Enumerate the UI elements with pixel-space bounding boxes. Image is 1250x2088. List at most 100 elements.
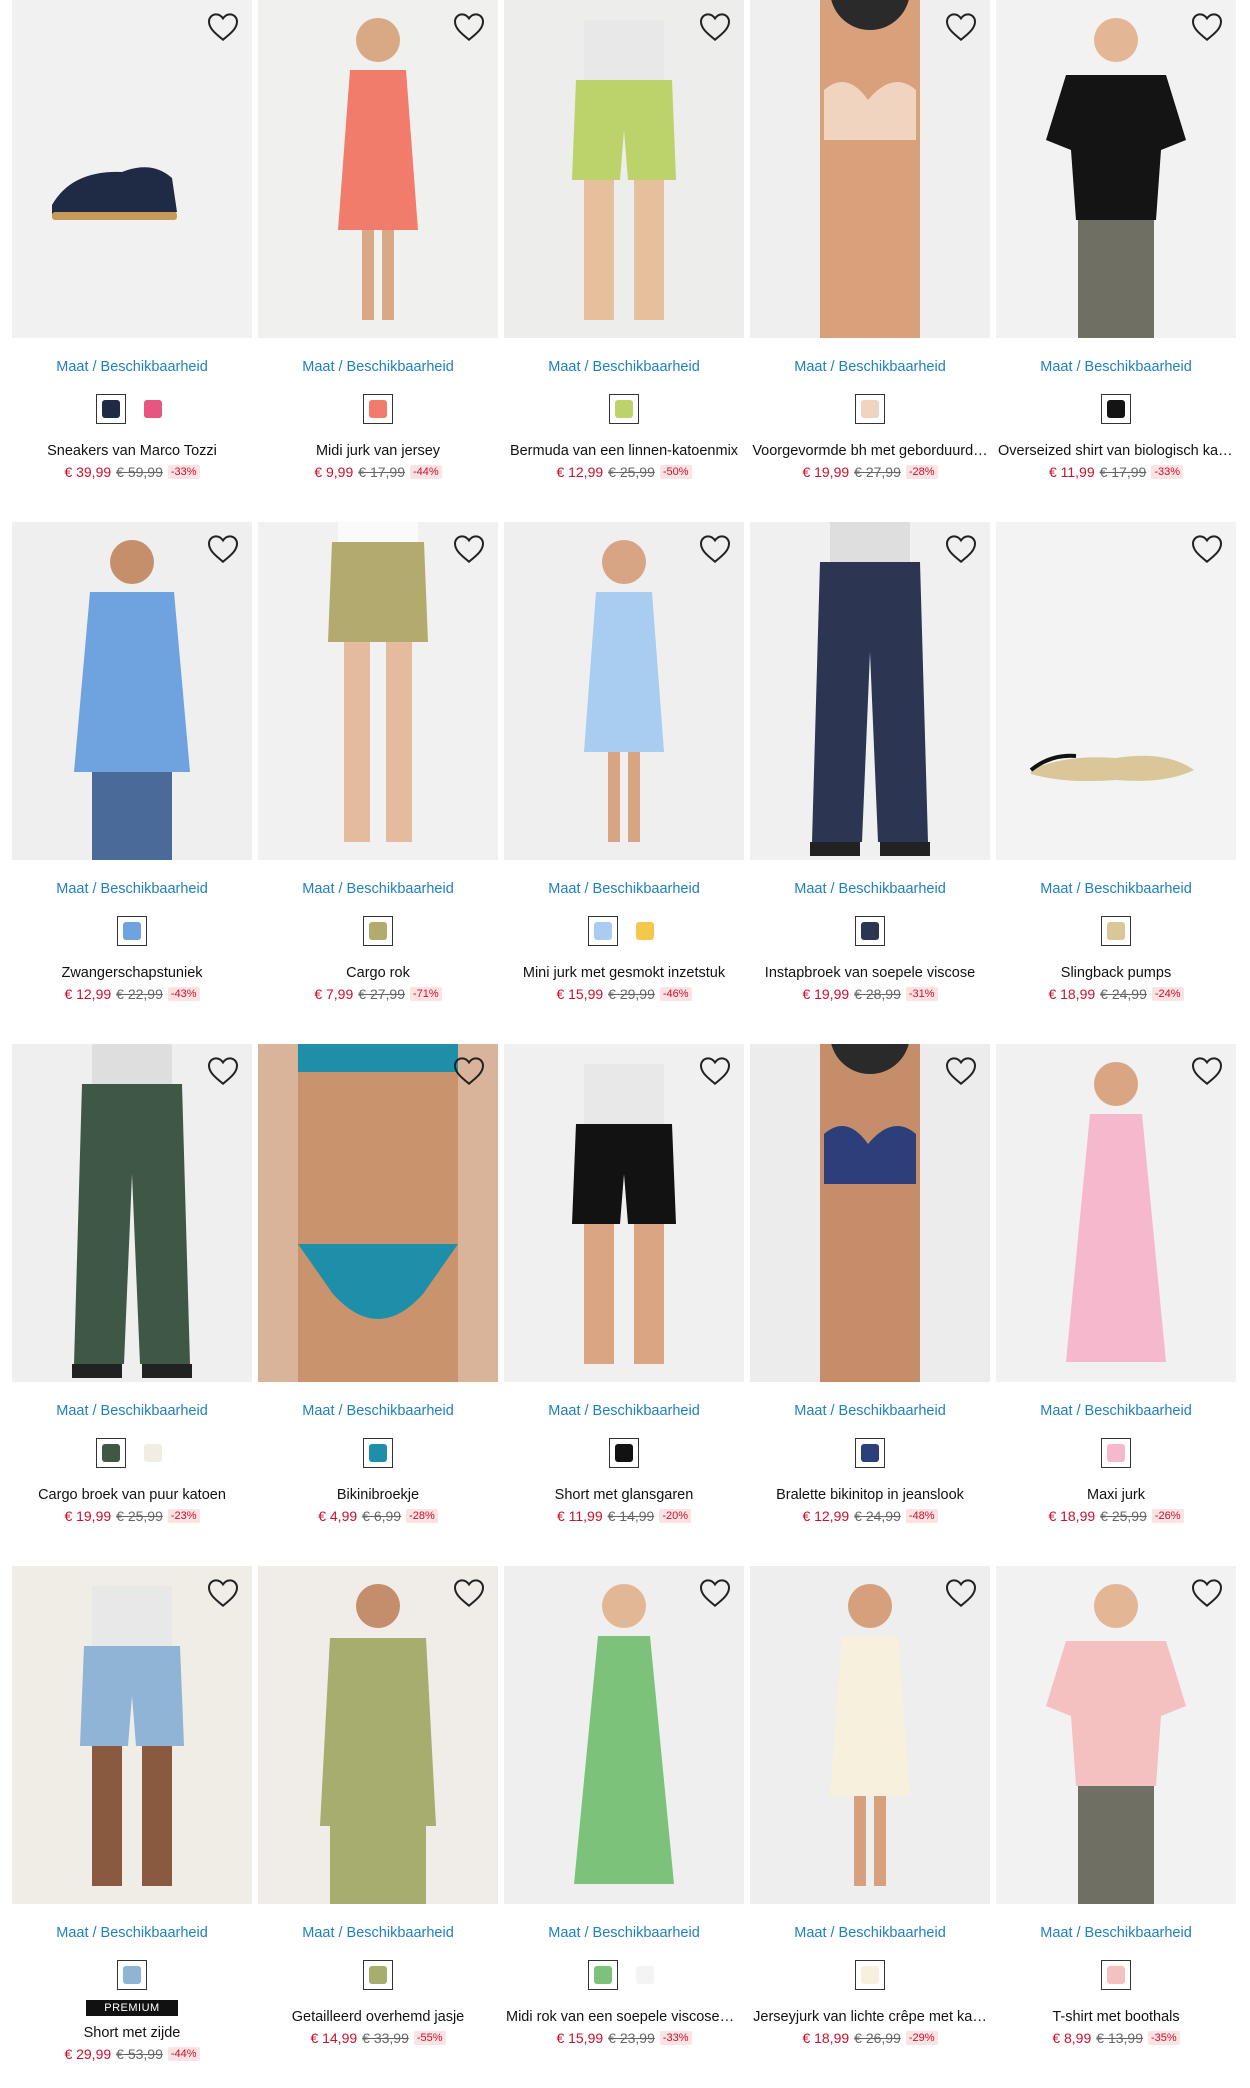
product-card[interactable]: Maat / Beschikbaarheid PREMIUM Short met z… xyxy=(12,1566,252,2088)
wishlist-heart-icon[interactable] xyxy=(944,1054,978,1088)
product-image[interactable] xyxy=(750,0,990,338)
size-availability-link[interactable]: Maat / Beschikbaarheid xyxy=(750,1924,990,1942)
color-swatch[interactable] xyxy=(855,1438,885,1468)
size-availability-link[interactable]: Maat / Beschikbaarheid xyxy=(750,1402,990,1420)
wishlist-heart-icon[interactable] xyxy=(1190,10,1224,44)
wishlist-heart-icon[interactable] xyxy=(944,1576,978,1610)
size-availability-link[interactable]: Maat / Beschikbaarheid xyxy=(996,358,1236,376)
size-availability-link[interactable]: Maat / Beschikbaarheid xyxy=(996,880,1236,898)
product-image[interactable] xyxy=(12,522,252,860)
product-name[interactable]: Bikinibroekje xyxy=(258,1486,498,1504)
product-image[interactable] xyxy=(504,1044,744,1382)
wishlist-heart-icon[interactable] xyxy=(698,10,732,44)
color-swatch[interactable] xyxy=(855,916,885,946)
wishlist-heart-icon[interactable] xyxy=(206,1576,240,1610)
wishlist-heart-icon[interactable] xyxy=(206,1054,240,1088)
product-card[interactable]: Maat / Beschikbaarheid Instapbroek van so… xyxy=(750,522,990,1044)
product-card[interactable]: Maat / Beschikbaarheid Voorgevormde bh me… xyxy=(750,0,990,522)
product-name[interactable]: Short met glansgaren xyxy=(504,1486,744,1504)
color-swatch[interactable] xyxy=(1101,394,1131,424)
product-image[interactable] xyxy=(750,522,990,860)
product-name[interactable]: Zwangerschapstuniek xyxy=(12,964,252,982)
color-swatch[interactable] xyxy=(855,1960,885,1990)
product-name[interactable]: Voorgevormde bh met geborduurd… xyxy=(750,442,990,460)
product-card[interactable]: Maat / Beschikbaarheid Overseized shirt v… xyxy=(996,0,1236,522)
color-swatch[interactable] xyxy=(630,1960,660,1990)
color-swatch[interactable] xyxy=(630,916,660,946)
product-name[interactable]: T-shirt met boothals xyxy=(996,2008,1236,2026)
product-image[interactable] xyxy=(750,1044,990,1382)
product-name[interactable]: Midi rok van een soepele viscosemix xyxy=(504,2008,744,2026)
color-swatch[interactable] xyxy=(1101,1438,1131,1468)
product-image[interactable] xyxy=(996,1566,1236,1904)
color-swatch[interactable] xyxy=(363,1438,393,1468)
product-name[interactable]: Cargo broek van puur katoen xyxy=(12,1486,252,1504)
size-availability-link[interactable]: Maat / Beschikbaarheid xyxy=(750,880,990,898)
color-swatch[interactable] xyxy=(117,1960,147,1990)
size-availability-link[interactable]: Maat / Beschikbaarheid xyxy=(12,1924,252,1942)
size-availability-link[interactable]: Maat / Beschikbaarheid xyxy=(504,358,744,376)
wishlist-heart-icon[interactable] xyxy=(1190,532,1224,566)
product-card[interactable]: Maat / Beschikbaarheid Cargo broek van pu… xyxy=(12,1044,252,1566)
size-availability-link[interactable]: Maat / Beschikbaarheid xyxy=(12,1402,252,1420)
color-swatch[interactable] xyxy=(138,1438,168,1468)
product-image[interactable] xyxy=(258,1044,498,1382)
wishlist-heart-icon[interactable] xyxy=(452,1576,486,1610)
product-card[interactable]: Maat / Beschikbaarheid Sneakers van Marco… xyxy=(12,0,252,522)
product-image[interactable] xyxy=(258,522,498,860)
product-name[interactable]: Midi jurk van jersey xyxy=(258,442,498,460)
color-swatch[interactable] xyxy=(1101,916,1131,946)
color-swatch[interactable] xyxy=(96,1438,126,1468)
product-image[interactable] xyxy=(996,1044,1236,1382)
product-image[interactable] xyxy=(996,522,1236,860)
wishlist-heart-icon[interactable] xyxy=(698,1054,732,1088)
color-swatch[interactable] xyxy=(609,1438,639,1468)
wishlist-heart-icon[interactable] xyxy=(452,10,486,44)
wishlist-heart-icon[interactable] xyxy=(1190,1576,1224,1610)
product-card[interactable]: Maat / Beschikbaarheid Mini jurk met gesm… xyxy=(504,522,744,1044)
product-image[interactable] xyxy=(750,1566,990,1904)
product-image[interactable] xyxy=(504,0,744,338)
product-card[interactable]: Maat / Beschikbaarheid Slingback pumps € 1… xyxy=(996,522,1236,1044)
product-image[interactable] xyxy=(12,1044,252,1382)
color-swatch[interactable] xyxy=(363,1960,393,1990)
wishlist-heart-icon[interactable] xyxy=(206,10,240,44)
size-availability-link[interactable]: Maat / Beschikbaarheid xyxy=(12,880,252,898)
wishlist-heart-icon[interactable] xyxy=(1190,1054,1224,1088)
product-card[interactable]: Maat / Beschikbaarheid Bermuda van een li… xyxy=(504,0,744,522)
product-image[interactable] xyxy=(258,0,498,338)
product-card[interactable]: Maat / Beschikbaarheid Zwangerschapstunie… xyxy=(12,522,252,1044)
product-name[interactable]: Overseized shirt van biologisch kat… xyxy=(996,442,1236,460)
wishlist-heart-icon[interactable] xyxy=(944,532,978,566)
product-name[interactable]: Getailleerd overhemd jasje xyxy=(258,2008,498,2026)
product-card[interactable]: Maat / Beschikbaarheid Short met glansgar… xyxy=(504,1044,744,1566)
wishlist-heart-icon[interactable] xyxy=(452,1054,486,1088)
product-card[interactable]: Maat / Beschikbaarheid Jerseyjurk van lic… xyxy=(750,1566,990,2088)
wishlist-heart-icon[interactable] xyxy=(206,532,240,566)
size-availability-link[interactable]: Maat / Beschikbaarheid xyxy=(996,1924,1236,1942)
wishlist-heart-icon[interactable] xyxy=(452,532,486,566)
product-name[interactable]: Bermuda van een linnen-katoenmix xyxy=(504,442,744,460)
product-image[interactable] xyxy=(996,0,1236,338)
product-image[interactable] xyxy=(504,1566,744,1904)
size-availability-link[interactable]: Maat / Beschikbaarheid xyxy=(504,1924,744,1942)
size-availability-link[interactable]: Maat / Beschikbaarheid xyxy=(258,358,498,376)
color-swatch[interactable] xyxy=(855,394,885,424)
color-swatch[interactable] xyxy=(363,394,393,424)
size-availability-link[interactable]: Maat / Beschikbaarheid xyxy=(258,1402,498,1420)
product-image[interactable] xyxy=(258,1566,498,1904)
color-swatch[interactable] xyxy=(96,394,126,424)
size-availability-link[interactable]: Maat / Beschikbaarheid xyxy=(996,1402,1236,1420)
size-availability-link[interactable]: Maat / Beschikbaarheid xyxy=(12,358,252,376)
color-swatch[interactable] xyxy=(363,916,393,946)
product-image[interactable] xyxy=(12,1566,252,1904)
color-swatch[interactable] xyxy=(588,1960,618,1990)
product-card[interactable]: Maat / Beschikbaarheid Maxi jurk € 18,99 € … xyxy=(996,1044,1236,1566)
product-card[interactable]: Maat / Beschikbaarheid T-shirt met bootha… xyxy=(996,1566,1236,2088)
color-swatch[interactable] xyxy=(117,916,147,946)
wishlist-heart-icon[interactable] xyxy=(698,532,732,566)
product-card[interactable]: Maat / Beschikbaarheid Bikinibroekje € 4,9… xyxy=(258,1044,498,1566)
color-swatch[interactable] xyxy=(588,916,618,946)
color-swatch[interactable] xyxy=(609,394,639,424)
size-availability-link[interactable]: Maat / Beschikbaarheid xyxy=(504,1402,744,1420)
